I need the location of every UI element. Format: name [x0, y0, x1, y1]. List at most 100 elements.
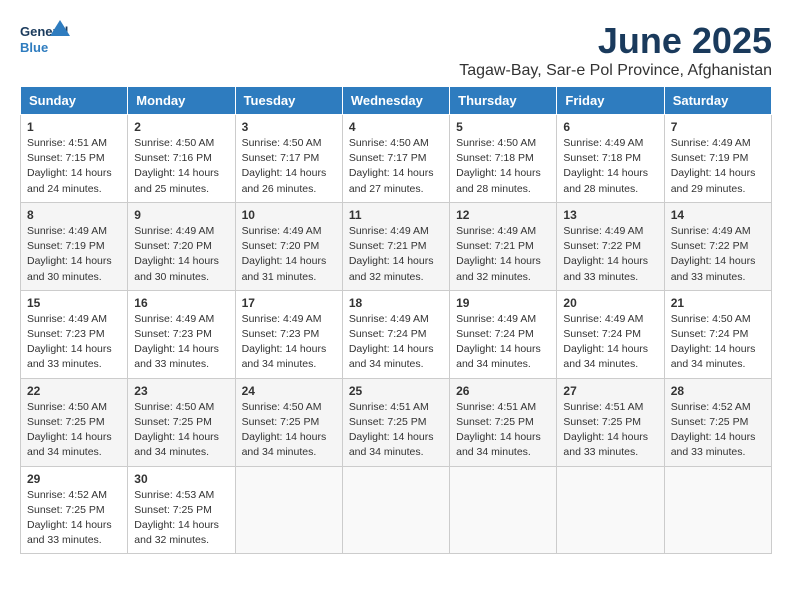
day-info: Sunrise: 4:49 AMSunset: 7:22 PMDaylight:… [671, 224, 765, 285]
calendar-cell: 11Sunrise: 4:49 AMSunset: 7:21 PMDayligh… [342, 202, 449, 290]
day-info: Sunrise: 4:49 AMSunset: 7:23 PMDaylight:… [242, 312, 336, 373]
calendar-cell [664, 466, 771, 554]
day-info: Sunrise: 4:49 AMSunset: 7:19 PMDaylight:… [671, 136, 765, 197]
day-info: Sunrise: 4:49 AMSunset: 7:24 PMDaylight:… [349, 312, 443, 373]
calendar-week-3: 15 Sunrise: 4:49 AMSunset: 7:23 PMDayligh… [21, 290, 772, 378]
calendar-cell: 16 Sunrise: 4:49 AMSunset: 7:23 PMDayligh… [128, 290, 235, 378]
calendar-cell: 6 Sunrise: 4:49 AMSunset: 7:18 PMDaylight… [557, 115, 664, 203]
calendar-cell: 24 Sunrise: 4:50 AMSunset: 7:25 PMDayligh… [235, 378, 342, 466]
month-title: June 2025 [459, 20, 772, 62]
calendar-cell: 8Sunrise: 4:49 AMSunset: 7:19 PMDaylight… [21, 202, 128, 290]
day-number: 11 [349, 208, 443, 222]
day-info: Sunrise: 4:50 AMSunset: 7:17 PMDaylight:… [242, 136, 336, 197]
calendar-header-row: SundayMondayTuesdayWednesdayThursdayFrid… [21, 87, 772, 115]
day-info: Sunrise: 4:50 AMSunset: 7:25 PMDaylight:… [27, 400, 121, 461]
calendar-cell: 28Sunrise: 4:52 AMSunset: 7:25 PMDayligh… [664, 378, 771, 466]
day-info: Sunrise: 4:49 AMSunset: 7:23 PMDaylight:… [27, 312, 121, 373]
calendar-cell: 1 Sunrise: 4:51 AMSunset: 7:15 PMDaylight… [21, 115, 128, 203]
header-wednesday: Wednesday [342, 87, 449, 115]
calendar-cell: 21Sunrise: 4:50 AMSunset: 7:24 PMDayligh… [664, 290, 771, 378]
calendar-cell: 17 Sunrise: 4:49 AMSunset: 7:23 PMDayligh… [235, 290, 342, 378]
day-number: 24 [242, 384, 336, 398]
day-info: Sunrise: 4:49 AMSunset: 7:22 PMDaylight:… [563, 224, 657, 285]
day-info: Sunrise: 4:49 AMSunset: 7:20 PMDaylight:… [242, 224, 336, 285]
day-number: 17 [242, 296, 336, 310]
day-number: 18 [349, 296, 443, 310]
day-number: 1 [27, 120, 121, 134]
day-number: 22 [27, 384, 121, 398]
day-info: Sunrise: 4:50 AMSunset: 7:17 PMDaylight:… [349, 136, 443, 197]
day-info: Sunrise: 4:49 AMSunset: 7:19 PMDaylight:… [27, 224, 121, 285]
calendar-cell: 9 Sunrise: 4:49 AMSunset: 7:20 PMDaylight… [128, 202, 235, 290]
calendar-cell: 20 Sunrise: 4:49 AMSunset: 7:24 PMDayligh… [557, 290, 664, 378]
calendar-cell [557, 466, 664, 554]
header-thursday: Thursday [450, 87, 557, 115]
calendar-cell: 19 Sunrise: 4:49 AMSunset: 7:24 PMDayligh… [450, 290, 557, 378]
calendar-cell: 14 Sunrise: 4:49 AMSunset: 7:22 PMDayligh… [664, 202, 771, 290]
day-number: 12 [456, 208, 550, 222]
day-number: 9 [134, 208, 228, 222]
header-sunday: Sunday [21, 87, 128, 115]
calendar-week-4: 22 Sunrise: 4:50 AMSunset: 7:25 PMDayligh… [21, 378, 772, 466]
day-number: 2 [134, 120, 228, 134]
day-number: 7 [671, 120, 765, 134]
day-info: Sunrise: 4:49 AMSunset: 7:18 PMDaylight:… [563, 136, 657, 197]
calendar-cell: 22 Sunrise: 4:50 AMSunset: 7:25 PMDayligh… [21, 378, 128, 466]
day-info: Sunrise: 4:51 AMSunset: 7:15 PMDaylight:… [27, 136, 121, 197]
day-number: 29 [27, 472, 121, 486]
header-friday: Friday [557, 87, 664, 115]
day-info: Sunrise: 4:49 AMSunset: 7:23 PMDaylight:… [134, 312, 228, 373]
day-number: 13 [563, 208, 657, 222]
calendar-cell: 15 Sunrise: 4:49 AMSunset: 7:23 PMDayligh… [21, 290, 128, 378]
calendar-cell: 2 Sunrise: 4:50 AMSunset: 7:16 PMDaylight… [128, 115, 235, 203]
day-number: 6 [563, 120, 657, 134]
calendar-cell: 26Sunrise: 4:51 AMSunset: 7:25 PMDayligh… [450, 378, 557, 466]
day-number: 25 [349, 384, 443, 398]
header-monday: Monday [128, 87, 235, 115]
day-info: Sunrise: 4:50 AMSunset: 7:18 PMDaylight:… [456, 136, 550, 197]
calendar-week-2: 8Sunrise: 4:49 AMSunset: 7:19 PMDaylight… [21, 202, 772, 290]
calendar-cell: 25 Sunrise: 4:51 AMSunset: 7:25 PMDayligh… [342, 378, 449, 466]
title-section: June 2025 Tagaw-Bay, Sar-e Pol Province,… [459, 20, 772, 80]
day-number: 19 [456, 296, 550, 310]
calendar-cell: 18 Sunrise: 4:49 AMSunset: 7:24 PMDayligh… [342, 290, 449, 378]
day-number: 4 [349, 120, 443, 134]
day-info: Sunrise: 4:49 AMSunset: 7:20 PMDaylight:… [134, 224, 228, 285]
day-info: Sunrise: 4:50 AMSunset: 7:25 PMDaylight:… [242, 400, 336, 461]
day-number: 14 [671, 208, 765, 222]
calendar-week-1: 1 Sunrise: 4:51 AMSunset: 7:15 PMDaylight… [21, 115, 772, 203]
calendar-cell: 12Sunrise: 4:49 AMSunset: 7:21 PMDayligh… [450, 202, 557, 290]
day-info: Sunrise: 4:50 AMSunset: 7:25 PMDaylight:… [134, 400, 228, 461]
day-info: Sunrise: 4:50 AMSunset: 7:16 PMDaylight:… [134, 136, 228, 197]
day-number: 30 [134, 472, 228, 486]
day-info: Sunrise: 4:49 AMSunset: 7:24 PMDaylight:… [456, 312, 550, 373]
calendar-cell [342, 466, 449, 554]
day-number: 15 [27, 296, 121, 310]
day-number: 26 [456, 384, 550, 398]
header-saturday: Saturday [664, 87, 771, 115]
calendar-cell [450, 466, 557, 554]
day-number: 27 [563, 384, 657, 398]
day-number: 23 [134, 384, 228, 398]
calendar-table: SundayMondayTuesdayWednesdayThursdayFrid… [20, 86, 772, 554]
calendar-cell [235, 466, 342, 554]
calendar-cell: 5Sunrise: 4:50 AMSunset: 7:18 PMDaylight… [450, 115, 557, 203]
logo-svg: General Blue [20, 20, 70, 60]
day-info: Sunrise: 4:53 AMSunset: 7:25 PMDaylight:… [134, 488, 228, 549]
day-number: 20 [563, 296, 657, 310]
day-number: 16 [134, 296, 228, 310]
day-number: 3 [242, 120, 336, 134]
calendar-cell: 4 Sunrise: 4:50 AMSunset: 7:17 PMDaylight… [342, 115, 449, 203]
location-subtitle: Tagaw-Bay, Sar-e Pol Province, Afghanist… [459, 62, 772, 80]
day-info: Sunrise: 4:49 AMSunset: 7:24 PMDaylight:… [563, 312, 657, 373]
calendar-cell: 10Sunrise: 4:49 AMSunset: 7:20 PMDayligh… [235, 202, 342, 290]
calendar-cell: 7 Sunrise: 4:49 AMSunset: 7:19 PMDaylight… [664, 115, 771, 203]
calendar-week-5: 29 Sunrise: 4:52 AMSunset: 7:25 PMDayligh… [21, 466, 772, 554]
day-info: Sunrise: 4:51 AMSunset: 7:25 PMDaylight:… [349, 400, 443, 461]
header-tuesday: Tuesday [235, 87, 342, 115]
calendar-cell: 30 Sunrise: 4:53 AMSunset: 7:25 PMDayligh… [128, 466, 235, 554]
calendar-cell: 3 Sunrise: 4:50 AMSunset: 7:17 PMDaylight… [235, 115, 342, 203]
page-header: General Blue June 2025 Tagaw-Bay, Sar-e … [20, 20, 772, 80]
day-info: Sunrise: 4:52 AMSunset: 7:25 PMDaylight:… [27, 488, 121, 549]
day-info: Sunrise: 4:51 AMSunset: 7:25 PMDaylight:… [563, 400, 657, 461]
